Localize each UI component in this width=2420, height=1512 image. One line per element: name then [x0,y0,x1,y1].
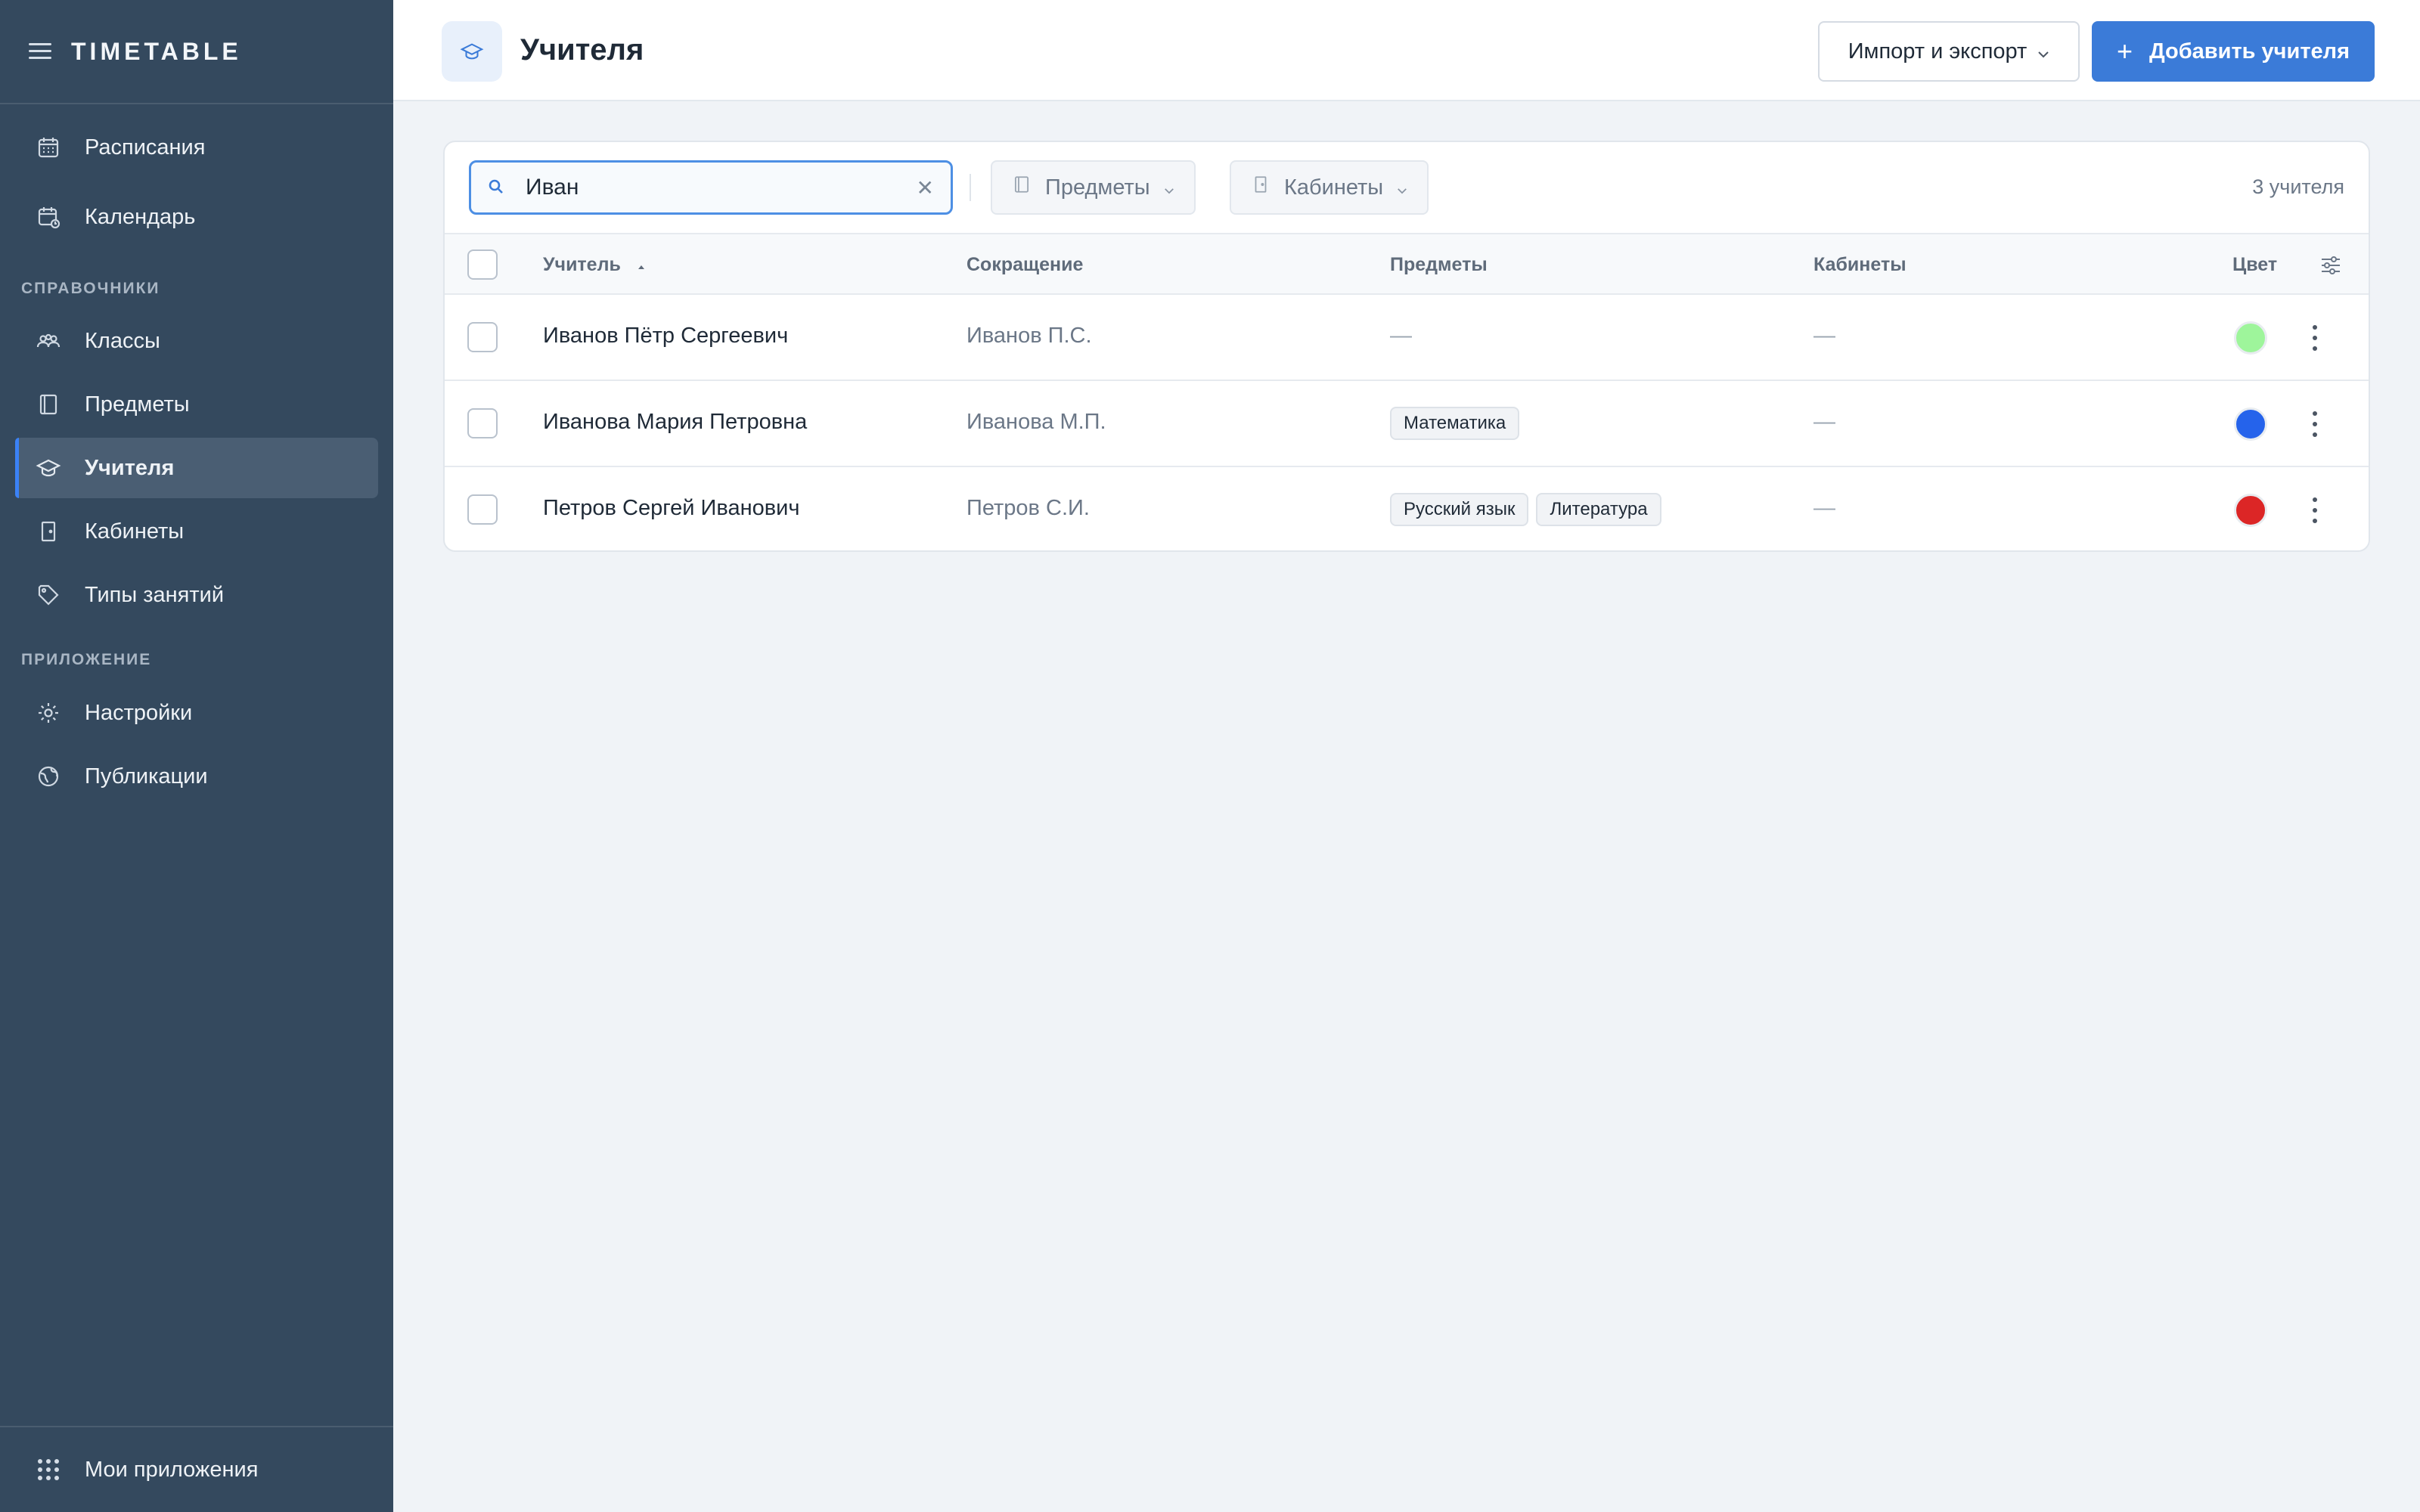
graduation-cap-icon [35,454,62,482]
section-label-references: СПРАВОЧНИКИ [21,280,160,297]
row-menu-icon[interactable] [2311,497,2319,523]
section-label-application: ПРИЛОЖЕНИЕ [21,651,152,668]
table-row[interactable]: Петров Сергей Иванович Петров С.И. Русск… [445,467,2369,550]
row-checkbox[interactable] [467,494,498,525]
apps-grid-icon [35,1456,62,1483]
sidebar-item-label: Учителя [85,455,175,480]
sidebar-item-label: Типы занятий [85,582,225,607]
hamburger-menu-icon[interactable] [29,43,53,60]
column-header-label: Учитель [543,254,621,275]
column-settings-icon[interactable] [2320,256,2341,279]
sidebar-item-publications[interactable]: Публикации [15,746,378,807]
row-checkbox[interactable] [467,322,498,352]
results-count: 3 учителя [2252,175,2344,198]
row-menu-icon[interactable] [2311,325,2319,351]
chevron-down-icon [1164,175,1174,200]
sidebar-item-label: Расписания [85,135,206,160]
add-teacher-button[interactable]: + Добавить учителя [2092,21,2375,82]
book-icon [35,391,62,418]
sidebar: TIMETABLE Расписания Календарь СПРАВОЧНИ… [0,0,393,1512]
search-icon [488,178,506,197]
sidebar-item-lesson-types[interactable]: Типы занятий [15,565,378,625]
column-header-subjects[interactable]: Предметы [1390,254,1488,276]
page-title: Учителя [520,33,644,67]
color-swatch[interactable] [2234,494,2267,527]
filter-subjects-label: Предметы [1045,175,1150,200]
sidebar-item-calendar[interactable]: Календарь [15,187,378,247]
toolbar-divider [970,174,971,201]
subject-tags: Русский язык Литература [1390,493,1661,526]
subject-tag: Литература [1536,493,1661,526]
sidebar-item-classes[interactable]: Классы [15,311,378,371]
column-header-teacher[interactable]: Учитель [543,254,646,276]
my-apps-button[interactable]: Мои приложения [0,1426,393,1512]
teacher-abbr: Петров С.И. [966,496,1090,520]
teachers-table-card: ✕ Предметы Кабинеты 3 учителя Учитель [443,141,2370,552]
color-swatch[interactable] [2234,321,2267,355]
rooms-value: — [1813,496,1835,520]
sidebar-item-label: Кабинеты [85,519,185,544]
globe-icon [35,763,62,790]
sidebar-item-schedules[interactable]: Расписания [15,117,378,178]
table-row[interactable]: Иванова Мария Петровна Иванова М.П. Мате… [445,381,2369,467]
subjects-empty: — [1390,324,1412,348]
column-header-rooms[interactable]: Кабинеты [1813,254,1907,276]
calendar-clock-icon [35,203,62,231]
subject-tags: Математика [1390,407,1520,440]
filter-subjects-button[interactable]: Предметы [991,160,1196,215]
color-swatch[interactable] [2234,407,2267,441]
tag-icon [35,581,62,609]
table-toolbar: ✕ Предметы Кабинеты 3 учителя [445,142,2369,233]
subject-tag: Математика [1390,407,1520,440]
teacher-name[interactable]: Петров Сергей Иванович [543,496,799,521]
search-input[interactable] [526,175,917,200]
subject-tag: Русский язык [1390,493,1529,526]
teacher-name[interactable]: Иванова Мария Петровна [543,410,807,435]
filter-rooms-label: Кабинеты [1284,175,1384,200]
row-menu-icon[interactable] [2311,411,2319,437]
teacher-abbr: Иванова М.П. [966,410,1106,434]
sidebar-item-label: Настройки [85,700,193,725]
teacher-abbr: Иванов П.С. [966,324,1092,348]
column-header-color[interactable]: Цвет [2232,254,2277,276]
search-field[interactable]: ✕ [469,160,953,215]
sidebar-item-subjects[interactable]: Предметы [15,374,378,435]
plus-icon: + [2116,36,2133,67]
sidebar-item-settings[interactable]: Настройки [15,683,378,743]
page-header: Учителя Импорт и экспорт + Добавить учит… [393,0,2420,101]
chevron-down-icon [1397,175,1407,200]
sidebar-item-label: Календарь [85,204,196,229]
import-export-button[interactable]: Импорт и экспорт [1818,21,2080,82]
select-all-checkbox[interactable] [467,249,498,280]
sidebar-item-label: Предметы [85,392,190,417]
book-icon [1012,174,1032,201]
rooms-value: — [1813,324,1835,348]
rooms-value: — [1813,410,1835,434]
door-icon [1251,174,1270,201]
filter-rooms-button[interactable]: Кабинеты [1230,160,1429,215]
clear-search-icon[interactable]: ✕ [917,175,934,200]
table-row[interactable]: Иванов Пётр Сергеевич Иванов П.С. — — [445,295,2369,381]
graduation-cap-icon [442,21,502,82]
sidebar-item-teachers[interactable]: Учителя [15,438,378,498]
sort-ascending-icon [637,254,646,275]
import-export-label: Импорт и экспорт [1848,39,2028,64]
door-icon [35,518,62,545]
sidebar-header: TIMETABLE [0,0,393,104]
sidebar-item-label: Публикации [85,764,208,789]
sidebar-item-rooms[interactable]: Кабинеты [15,501,378,562]
chevron-down-icon [2037,39,2049,64]
row-checkbox[interactable] [467,408,498,438]
app-logo-text: TIMETABLE [71,37,242,65]
table-header: Учитель Сокращение Предметы Кабинеты Цве… [445,233,2369,295]
calendar-grid-icon [35,134,62,161]
teacher-name[interactable]: Иванов Пётр Сергеевич [543,324,788,349]
gear-icon [35,699,62,727]
my-apps-label: Мои приложения [85,1457,259,1482]
column-header-abbr[interactable]: Сокращение [966,254,1083,276]
people-icon [35,327,62,355]
sidebar-item-label: Классы [85,328,160,353]
add-teacher-label: Добавить учителя [2149,39,2350,64]
